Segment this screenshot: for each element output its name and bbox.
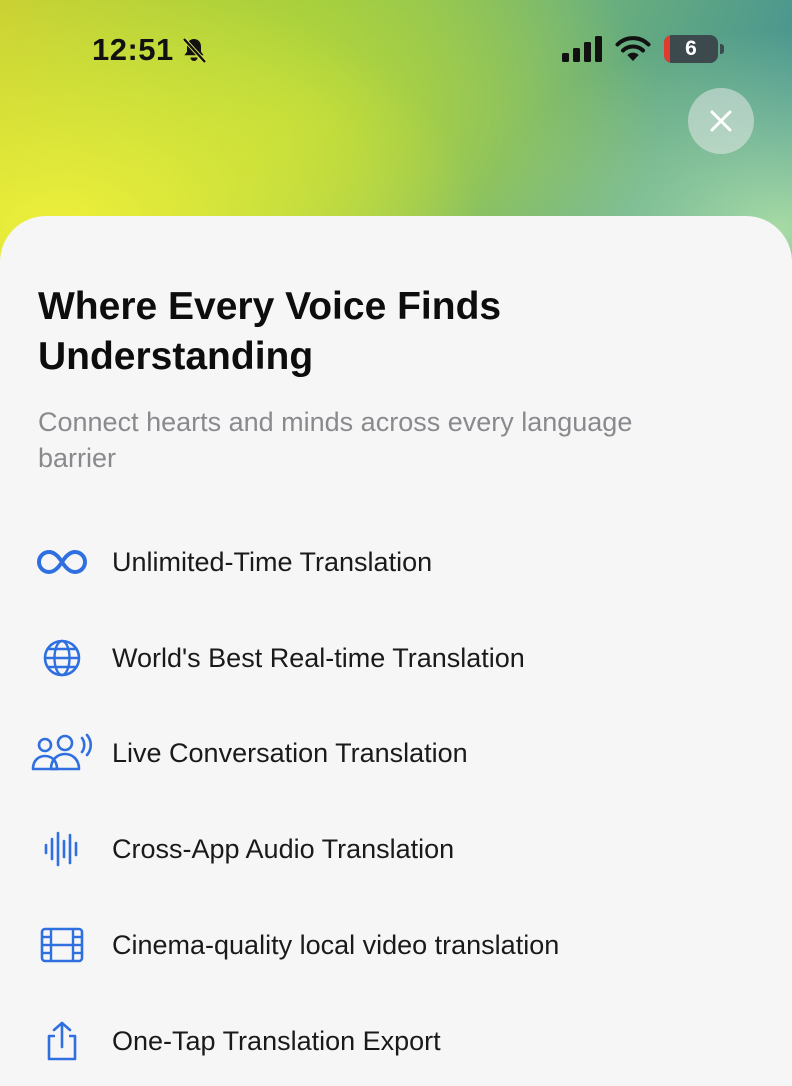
battery-level: 6: [685, 37, 697, 60]
film-icon: [30, 915, 94, 975]
feature-cross-app-audio-translation: Cross-App Audio Translation: [30, 819, 770, 879]
battery-tip: [720, 44, 724, 54]
close-button[interactable]: [688, 88, 754, 154]
bell-slash-icon: [182, 37, 207, 64]
waveform-icon: [30, 819, 94, 879]
cellular-signal-icon: [562, 36, 602, 62]
feature-label: Cinema-quality local video translation: [112, 929, 560, 960]
page-title: Where Every Voice Finds Understanding: [38, 285, 502, 378]
feature-translation-export: One-Tap Translation Export: [30, 1011, 770, 1071]
feature-label: One-Tap Translation Export: [112, 1025, 441, 1056]
close-icon: [710, 110, 732, 132]
status-time: 12:51: [92, 32, 174, 67]
feature-realtime-translation: World's Best Real-time Translation: [30, 628, 770, 688]
people-speaking-icon: [30, 723, 94, 783]
feature-label: World's Best Real-time Translation: [112, 642, 525, 673]
feature-unlimited-time-translation: Unlimited-Time Translation: [30, 532, 770, 592]
wifi-icon: [615, 36, 651, 61]
feature-label: Unlimited-Time Translation: [112, 546, 433, 577]
status-bar: 12:51 6: [0, 0, 792, 100]
feature-local-video-translation: Cinema-quality local video translation: [30, 915, 770, 975]
feature-label: Live Conversation Translation: [112, 737, 468, 768]
battery-icon: 6: [664, 35, 718, 63]
infinity-icon: [30, 532, 94, 592]
feature-label: Cross-App Audio Translation: [112, 833, 455, 864]
globe-icon: [30, 628, 94, 688]
share-icon: [30, 1011, 94, 1071]
feature-live-conversation-translation: Live Conversation Translation: [30, 723, 770, 783]
page-subtitle: Connect hearts and minds across every la…: [38, 407, 633, 473]
